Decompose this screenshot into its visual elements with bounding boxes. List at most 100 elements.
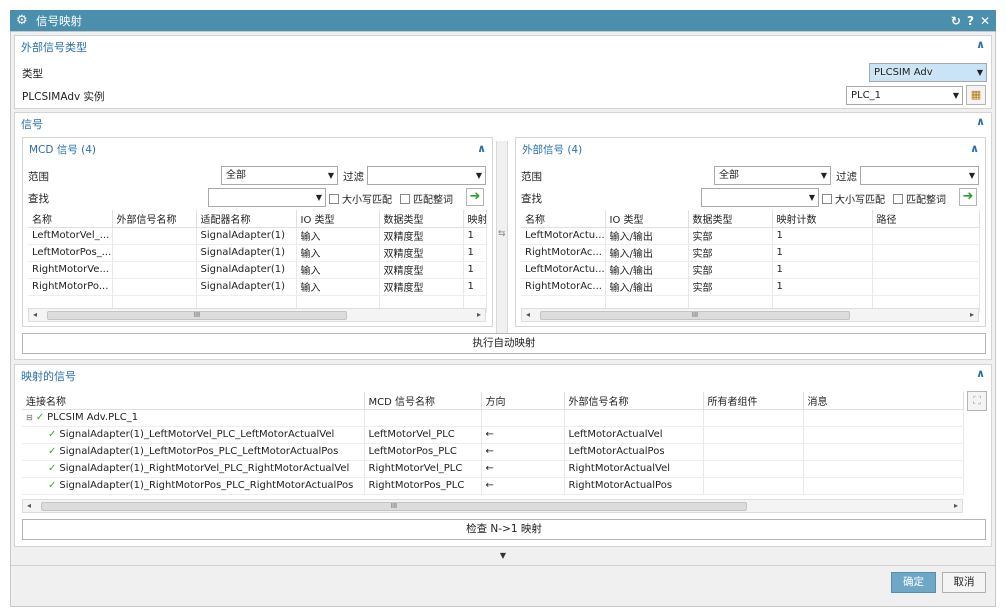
- column-header[interactable]: 连接名称: [22, 392, 365, 410]
- horizontal-scrollbar[interactable]: ◂ III ▸: [521, 308, 979, 322]
- scroll-right-icon[interactable]: ▸: [477, 309, 481, 321]
- case-match-checkbox[interactable]: 大小写匹配: [822, 191, 885, 206]
- table-row[interactable]: LeftMotorPos_... SignalAdapter(1) 输入 双精度型 1: [28, 244, 487, 262]
- direction-cell: ←: [481, 460, 565, 478]
- help-icon[interactable]: ?: [967, 14, 974, 28]
- column-header[interactable]: 方向: [481, 392, 565, 410]
- column-header[interactable]: 路径: [872, 210, 980, 228]
- collapse-icon[interactable]: ∧: [976, 115, 985, 128]
- collapse-icon[interactable]: ∧: [477, 142, 486, 155]
- signal-mapping-dialog: 外部信号类型 ∧ 类型 PLCSIM Adv ▼ PLCSIMAdv 实例 PL…: [10, 31, 996, 607]
- cancel-button[interactable]: 取消: [942, 572, 986, 593]
- mapped-signals-section: 映射的信号 ∧ 连接名称 MCD 信号名称 方向 外部信号名称 所有者组件 消息…: [14, 364, 992, 547]
- cell: [703, 426, 804, 444]
- find-input[interactable]: ▼: [208, 188, 326, 207]
- column-header[interactable]: 外部信号名称: [564, 392, 704, 410]
- tree-root-row[interactable]: ⊟ ✓ PLCSIM Adv.PLC_1: [22, 409, 964, 427]
- cell: 输入: [296, 244, 380, 262]
- gear-icon: ⚙: [16, 12, 28, 28]
- whole-word-checkbox[interactable]: 匹配整词: [400, 191, 453, 206]
- check-n1-mapping-button[interactable]: 检查 N->1 映射: [22, 519, 986, 540]
- column-header[interactable]: 名称: [521, 210, 606, 228]
- scroll-right-icon[interactable]: ▸: [970, 309, 974, 321]
- type-label: 类型: [22, 68, 43, 80]
- reset-icon[interactable]: ↻: [951, 14, 961, 28]
- column-header[interactable]: 映射: [463, 210, 487, 228]
- column-header[interactable]: 数据类型: [379, 210, 464, 228]
- chevron-down-icon: ▼: [976, 68, 983, 77]
- auto-map-button[interactable]: 执行自动映射: [22, 333, 986, 354]
- scroll-thumb[interactable]: III: [41, 502, 747, 511]
- column-header[interactable]: IO 类型: [296, 210, 380, 228]
- filter-select[interactable]: ▼: [367, 166, 486, 185]
- column-header[interactable]: IO 类型: [605, 210, 689, 228]
- collapse-icon[interactable]: ∧: [976, 367, 985, 380]
- scroll-left-icon[interactable]: ◂: [526, 309, 530, 321]
- column-header[interactable]: MCD 信号名称: [364, 392, 482, 410]
- panel-splitter[interactable]: ⇆: [496, 141, 508, 338]
- find-next-button[interactable]: ➜: [959, 188, 977, 206]
- collapse-icon[interactable]: ∧: [976, 38, 985, 51]
- column-header[interactable]: 名称: [28, 210, 113, 228]
- scroll-left-icon[interactable]: ◂: [27, 500, 31, 512]
- cell: 输入/输出: [605, 227, 689, 245]
- check-icon: ✓: [48, 463, 57, 474]
- root-label: PLCSIM Adv.PLC_1: [47, 412, 139, 423]
- scroll-left-icon[interactable]: ◂: [33, 309, 37, 321]
- checkbox-box: [822, 193, 832, 204]
- table-row[interactable]: ✓ SignalAdapter(1)_RightMotorPos_PLC_Righ…: [22, 477, 964, 495]
- table-row[interactable]: LeftMotorActu... 输入/输出 实部 1: [521, 227, 980, 245]
- table-row[interactable]: RightMotorVe... SignalAdapter(1) 输入 双精度型 1: [28, 261, 487, 279]
- column-header[interactable]: 消息: [803, 392, 964, 410]
- scope-select[interactable]: 全部 ▼: [221, 166, 338, 185]
- column-header[interactable]: 数据类型: [688, 210, 773, 228]
- table-row[interactable]: LeftMotorActu... 输入/输出 实部 1: [521, 261, 980, 279]
- chevron-down-icon: ▼: [475, 171, 482, 180]
- whole-word-label: 匹配整词: [906, 195, 946, 206]
- table-row[interactable]: ✓ SignalAdapter(1)_LeftMotorPos_PLC_LeftM…: [22, 443, 964, 461]
- collapse-icon[interactable]: ∧: [970, 142, 979, 155]
- instance-value: PLC_1: [851, 90, 881, 101]
- table-row[interactable]: ✓ SignalAdapter(1)_LeftMotorVel_PLC_LeftM…: [22, 426, 964, 444]
- instance-search-button[interactable]: ▦: [966, 85, 986, 105]
- remove-mapping-button[interactable]: ⛶: [967, 391, 987, 411]
- section-title: 外部信号类型: [21, 41, 87, 54]
- close-icon[interactable]: ✕: [980, 14, 990, 28]
- find-next-button[interactable]: ➜: [466, 188, 484, 206]
- filter-label: 过滤: [836, 171, 857, 183]
- column-header[interactable]: 所有者组件: [703, 392, 804, 410]
- scope-value: 全部: [719, 170, 739, 181]
- cell: 1: [772, 227, 873, 245]
- scroll-thumb[interactable]: III: [540, 311, 850, 320]
- table-row[interactable]: RightMotorAc... 输入/输出 实部 1: [521, 244, 980, 262]
- cell: [872, 227, 980, 245]
- column-header[interactable]: 外部信号名称: [112, 210, 197, 228]
- horizontal-scrollbar[interactable]: ◂ III ▸: [22, 499, 963, 513]
- chevron-down-icon: ▼: [820, 171, 827, 180]
- cell: [703, 443, 804, 461]
- chevron-down-icon: ▼: [315, 193, 322, 202]
- table-row[interactable]: RightMotorPo... SignalAdapter(1) 输入 双精度型 1: [28, 278, 487, 296]
- ok-button[interactable]: 确定: [891, 572, 936, 593]
- table-row[interactable]: RightMotorAc... 输入/输出 实部 1: [521, 278, 980, 296]
- title-bar: ⚙ 信号映射 ↻ ? ✕: [10, 10, 996, 31]
- table-row[interactable]: LeftMotorVel_... SignalAdapter(1) 输入 双精度型 1: [28, 227, 487, 245]
- instance-select[interactable]: PLC_1 ▼: [846, 86, 963, 105]
- filter-select[interactable]: ▼: [860, 166, 979, 185]
- column-header[interactable]: 适配器名称: [196, 210, 297, 228]
- expand-more-icon[interactable]: ▼: [11, 551, 995, 560]
- scroll-thumb[interactable]: III: [47, 311, 347, 320]
- table-row[interactable]: ✓ SignalAdapter(1)_RightMotorVel_PLC_Righ…: [22, 460, 964, 478]
- horizontal-scrollbar[interactable]: ◂ III ▸: [28, 308, 486, 322]
- scroll-grip: III: [193, 311, 201, 319]
- scroll-right-icon[interactable]: ▸: [954, 500, 958, 512]
- column-header[interactable]: 映射计数: [772, 210, 873, 228]
- find-input[interactable]: ▼: [701, 188, 819, 207]
- type-select[interactable]: PLCSIM Adv ▼: [869, 63, 987, 82]
- cell: SignalAdapter(1): [196, 244, 297, 262]
- tree-collapse-icon[interactable]: ⊟: [26, 413, 33, 422]
- cell: [112, 278, 197, 296]
- scope-select[interactable]: 全部 ▼: [714, 166, 831, 185]
- case-match-checkbox[interactable]: 大小写匹配: [329, 191, 392, 206]
- whole-word-checkbox[interactable]: 匹配整词: [893, 191, 946, 206]
